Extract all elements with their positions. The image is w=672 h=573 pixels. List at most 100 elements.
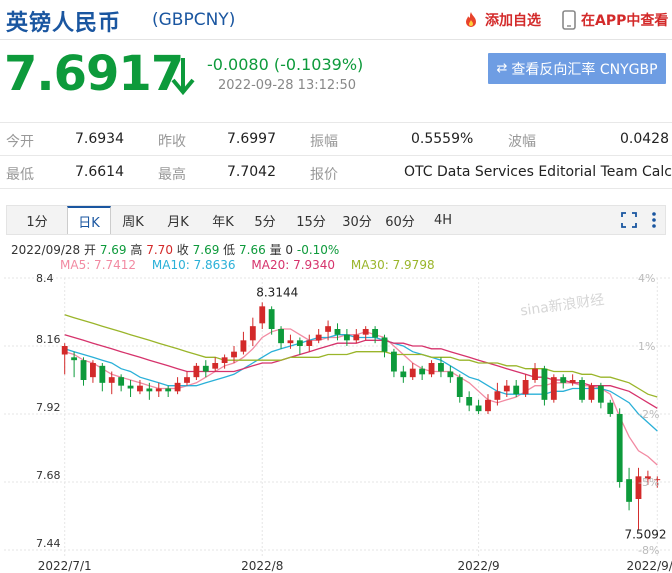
wave-value: 0.0428 — [620, 131, 669, 147]
x-tick-label: 2022/7/1 — [38, 559, 92, 573]
ohlc-low: 7.66 — [239, 243, 266, 257]
ma30-line — [64, 314, 658, 398]
tab-4h[interactable]: 4H — [423, 206, 463, 234]
tab-5min[interactable]: 5分 — [245, 206, 285, 234]
tab-monthly[interactable]: 月K — [155, 206, 201, 234]
candle-body — [362, 329, 369, 335]
extreme-label: 7.5092 — [624, 527, 666, 541]
candle-body — [391, 351, 397, 372]
candle-body — [616, 414, 623, 482]
currency-code: (GBPCNY) — [152, 10, 236, 30]
candle-body — [343, 334, 350, 341]
candle-body — [588, 385, 595, 400]
candle-body — [71, 357, 78, 361]
chart-tools — [621, 212, 657, 228]
tab-15min[interactable]: 15分 — [285, 206, 337, 234]
open-in-app-link[interactable]: 在APP中查看 — [562, 10, 668, 30]
candle-body — [99, 365, 106, 383]
current-price: 7.6917 — [4, 46, 184, 102]
candle-body — [202, 365, 209, 372]
stats-row: 最低 7.6614 最高 7.7042 报价 OTC Data Services… — [0, 156, 672, 189]
tab-yearly[interactable]: 年K — [201, 206, 245, 234]
add-favorite-button[interactable]: 添加自选 — [462, 10, 541, 30]
candlestick-chart[interactable]: sina新浪财经 8.4 4% 8.16 1% 7.92 -2% 7.68 -5% 7.44 -8… — [0, 270, 672, 573]
fullscreen-icon[interactable] — [621, 212, 637, 228]
swap-icon: ⇄ — [496, 61, 508, 76]
candle-body — [268, 309, 275, 329]
candle-body — [127, 385, 134, 389]
chart-watermark: sina新浪财经 — [519, 292, 605, 320]
candle-body — [231, 351, 237, 358]
y-tick-label: 8.16 — [36, 333, 61, 346]
tab-daily[interactable]: 日K — [67, 206, 111, 234]
price-change: -0.0080 (-0.1039%) — [207, 55, 364, 74]
candle-body — [532, 368, 538, 380]
candle-body — [296, 340, 303, 346]
candle-body — [503, 385, 510, 392]
pct-tick-label: -2% — [638, 408, 659, 421]
ohlc-readout: 2022/09/28 开 7.69 高 7.70 收 7.69 低 7.66 量… — [11, 241, 339, 258]
tab-60min[interactable]: 60分 — [377, 206, 423, 234]
add-favorite-label: 添加自选 — [485, 13, 541, 29]
candle-body — [607, 402, 614, 414]
candle-body — [174, 382, 181, 392]
stats-table: 今开 7.6934 昨收 7.6997 振幅 0.5559% 波幅 0.0428… — [0, 122, 672, 189]
pct-tick-label: -8% — [638, 544, 659, 557]
candle-body — [306, 340, 313, 346]
candle-body — [118, 377, 125, 386]
tab-1min[interactable]: 1分 — [7, 206, 67, 234]
open-label: 今开 — [6, 134, 34, 150]
candle-body — [626, 479, 632, 502]
down-arrow-icon — [171, 58, 195, 96]
candle-body — [550, 377, 557, 400]
y-tick-label: 8.4 — [36, 272, 54, 285]
reverse-rate-button[interactable]: ⇄ 查看反向汇率 CNYGBP — [488, 53, 666, 84]
candle-body — [137, 385, 143, 392]
candle-body — [466, 397, 473, 406]
ohlc-low-label: 低 — [223, 243, 236, 257]
prev-close-value: 7.6997 — [227, 131, 276, 147]
ohlc-pct: -0.10% — [296, 243, 340, 257]
candle-body — [513, 385, 520, 395]
ohlc-date: 2022/09/28 — [11, 243, 81, 257]
low-label: 最低 — [6, 167, 34, 183]
quote-source-label: 报价 — [310, 167, 338, 183]
phone-icon — [562, 10, 576, 30]
candle-body — [146, 388, 153, 392]
ohlc-open-label: 开 — [84, 243, 97, 257]
candle-body — [165, 388, 172, 392]
candle-body — [381, 337, 388, 352]
candle-body — [409, 368, 416, 378]
ohlc-close: 7.69 — [192, 243, 220, 257]
candle-body — [353, 334, 360, 341]
candle-body — [90, 363, 96, 378]
candle-body — [287, 340, 294, 344]
candle-body — [560, 377, 567, 383]
tab-weekly[interactable]: 周K — [111, 206, 155, 234]
candle-body — [61, 346, 68, 355]
pct-tick-label: 1% — [638, 340, 655, 353]
ohlc-volume: 0 — [285, 243, 294, 257]
candle-body — [475, 405, 482, 412]
period-tabs: 1分 日K 周K 月K 年K 5分 15分 30分 60分 4H — [6, 205, 666, 235]
candle-body — [438, 363, 444, 372]
x-tick-label: 2022/9 — [457, 559, 499, 573]
high-value: 7.7042 — [227, 164, 276, 180]
candle-body — [419, 368, 426, 375]
candle-body — [240, 340, 247, 352]
pct-tick-label: 4% — [638, 272, 655, 285]
candle-body — [80, 360, 87, 380]
candle-body — [456, 377, 463, 397]
candle-body — [212, 363, 219, 369]
candle-body — [579, 380, 585, 400]
candle-body — [485, 399, 491, 412]
candle-body — [494, 391, 501, 400]
candle-body — [569, 380, 576, 383]
tab-30min[interactable]: 30分 — [337, 206, 377, 234]
flame-icon — [466, 12, 476, 27]
candle-body — [447, 371, 454, 378]
candle-body — [184, 377, 190, 383]
more-icon[interactable] — [651, 212, 657, 228]
ohlc-high: 7.70 — [146, 243, 173, 257]
page-title: 英镑人民币 — [6, 11, 122, 36]
